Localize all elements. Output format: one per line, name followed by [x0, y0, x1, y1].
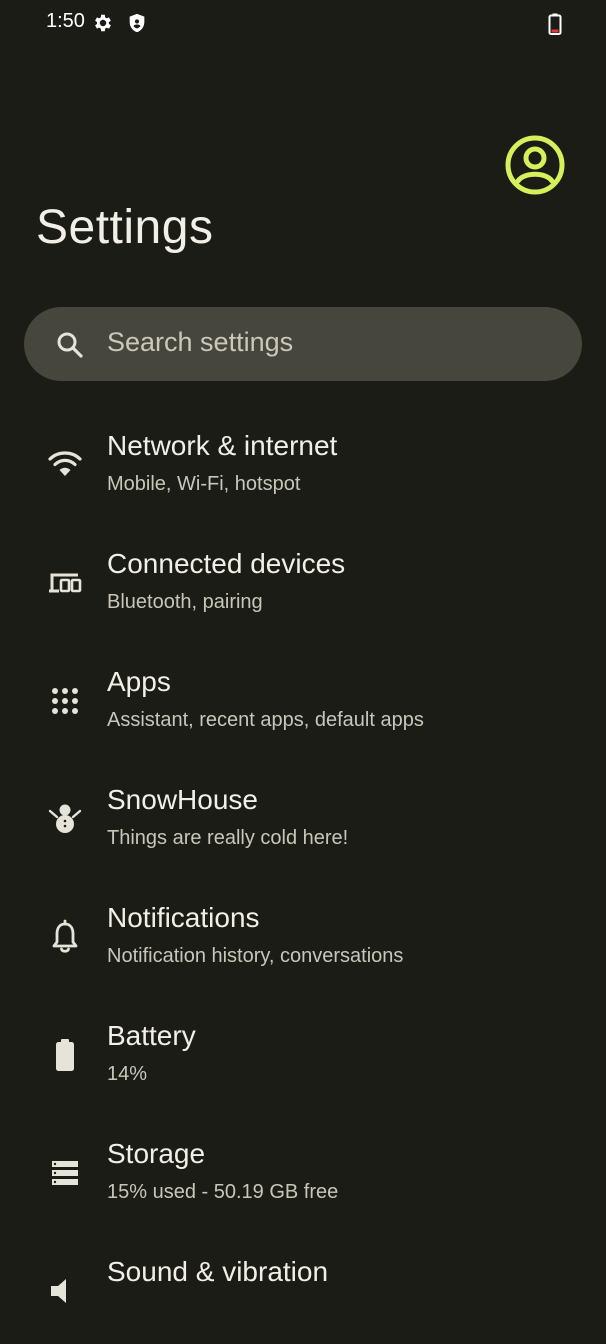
storage-icon	[52, 1161, 78, 1185]
settings-item-battery[interactable]: Battery 14%	[0, 990, 606, 1108]
settings-item-summary: Notification history, conversations	[107, 945, 404, 967]
settings-item-title: Connected devices	[107, 548, 346, 579]
settings-item-title: Sound & vibration	[107, 1256, 329, 1287]
status-time: 1:50	[46, 10, 85, 32]
settings-item-summary: 15% used - 50.19 GB free	[107, 1181, 339, 1203]
settings-item-sound[interactable]: Sound & vibration	[0, 1226, 606, 1344]
settings-item-notifications[interactable]: Notifications Notification history, conv…	[0, 872, 606, 990]
settings-item-title: SnowHouse	[107, 784, 258, 815]
shield-icon	[129, 13, 145, 33]
bell-icon	[52, 919, 78, 953]
settings-item-network[interactable]: Network & internet Mobile, Wi-Fi, hotspo…	[0, 400, 606, 518]
settings-item-summary: Things are really cold here!	[107, 827, 349, 849]
snowman-icon	[48, 804, 82, 833]
settings-item-storage[interactable]: Storage 15% used - 50.19 GB free	[0, 1108, 606, 1226]
account-circle-icon	[505, 135, 565, 195]
page-title: Settings	[36, 201, 214, 254]
settings-item-connected-devices[interactable]: Connected devices Bluetooth, pairing	[0, 518, 606, 636]
battery-low-icon	[548, 13, 562, 35]
settings-item-summary: Mobile, Wi-Fi, hotspot	[107, 473, 301, 495]
settings-list: Network & internet Mobile, Wi-Fi, hotspo…	[0, 400, 606, 1344]
settings-item-summary: Assistant, recent apps, default apps	[107, 709, 424, 731]
account-avatar-button[interactable]	[504, 134, 566, 196]
settings-item-title: Storage	[107, 1138, 206, 1169]
search-bar[interactable]: Search settings	[24, 307, 582, 381]
volume-icon	[51, 1279, 66, 1303]
search-icon	[57, 332, 83, 358]
status-bar: 1:50	[0, 0, 606, 48]
settings-item-title: Battery	[107, 1020, 196, 1051]
settings-item-title: Apps	[107, 666, 171, 697]
settings-item-title: Notifications	[107, 902, 260, 933]
settings-item-snowhouse[interactable]: SnowHouse Things are really cold here!	[0, 754, 606, 872]
settings-item-title: Network & internet	[107, 430, 338, 461]
search-placeholder: Search settings	[107, 327, 294, 357]
connected-devices-icon	[49, 573, 82, 593]
wifi-icon	[48, 451, 82, 476]
battery-icon	[56, 1039, 74, 1071]
settings-item-summary: 14%	[107, 1063, 148, 1085]
settings-item-apps[interactable]: Apps Assistant, recent apps, default app…	[0, 636, 606, 754]
gear-icon	[95, 14, 111, 32]
apps-grid-icon	[52, 688, 78, 714]
settings-item-summary: Bluetooth, pairing	[107, 591, 263, 613]
